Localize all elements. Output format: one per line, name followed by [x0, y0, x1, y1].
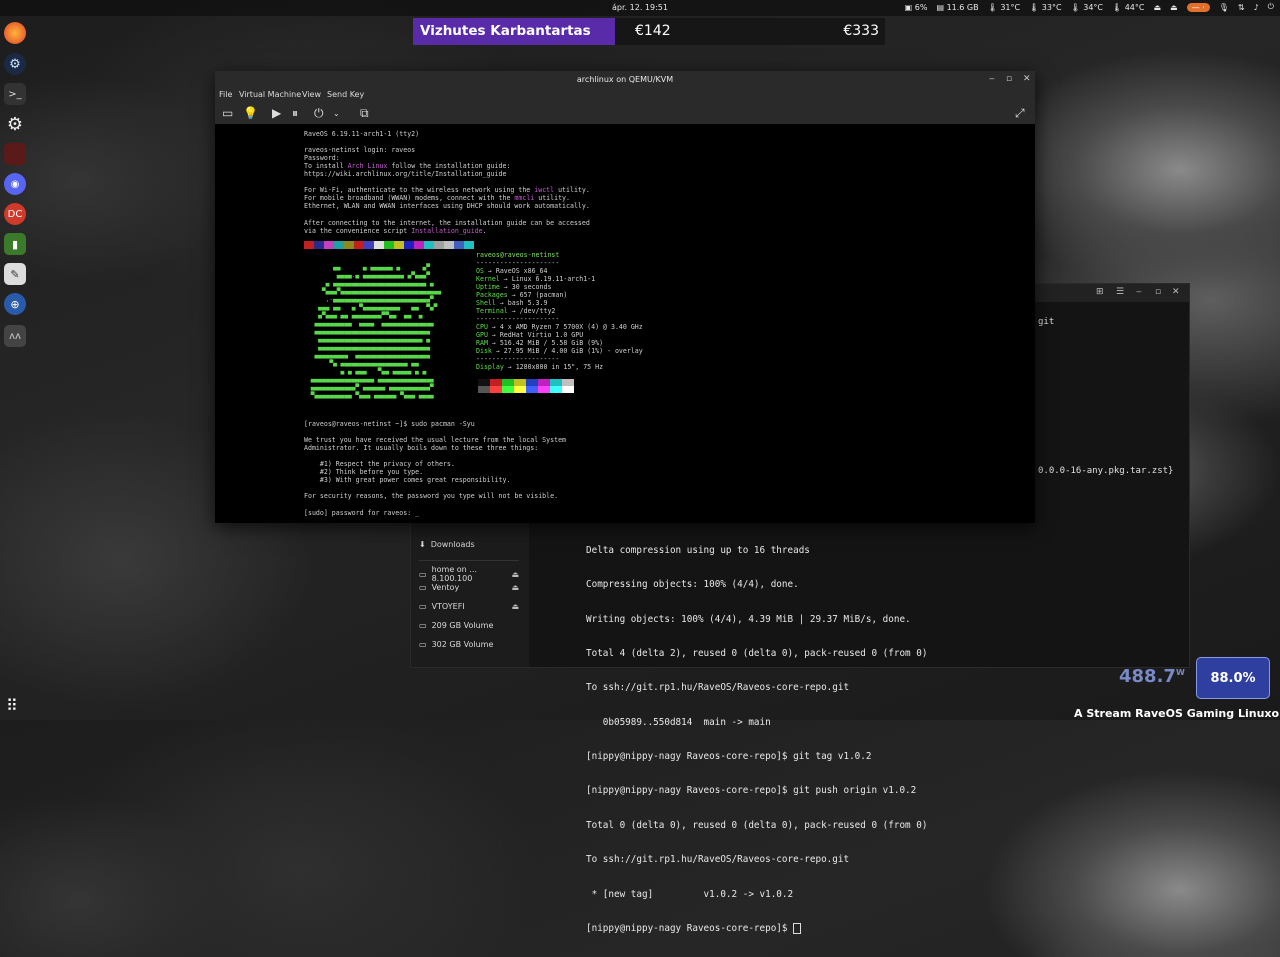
shutdown-button[interactable]: ⏻ — [314, 106, 324, 121]
mic-icon[interactable]: 🎙 — [1219, 3, 1229, 12]
ascii-logo: ▄▄ ▄ ▄▄▄▄▄▄ ▄ ▄▀ ▄▄▄▄.▄ ▄▄▄▄▄▄▄▄▄▄▄ ▄▀▄▄… — [310, 264, 442, 399]
ram-usage[interactable]: ▤ 11.6 GB — [936, 3, 978, 12]
top-bar: ápr. 12. 19:51 ▣ 6% ▤ 11.6 GB 🌡 31°C 🌡 3… — [0, 0, 1280, 16]
lightbulb-icon[interactable]: 💡 — [243, 106, 258, 120]
pause-button[interactable]: ⏸ — [292, 106, 298, 121]
vm-toolbar: ▭ 💡 ▶ ⏸ ⏻ ⌄ ⧉ ⤢ — [215, 102, 1035, 124]
terminal-icon[interactable]: >_ — [4, 83, 26, 105]
file-icon[interactable]: ▮ — [4, 233, 26, 255]
cursor — [793, 922, 802, 934]
shutdown-dropdown-icon[interactable]: ⌄ — [333, 109, 340, 118]
media-price-2: €333 — [843, 23, 879, 39]
drive-icon: ▭ — [419, 621, 427, 630]
maximize-button[interactable]: ▫ — [1006, 74, 1012, 84]
eject-icon[interactable]: ⏏ — [511, 570, 519, 579]
terminal-line: [nippy@nippy-nagy Raveos-core-repo]$ git… — [586, 751, 872, 763]
snapshot-icon[interactable]: ⧉ — [360, 106, 369, 121]
terminal-line: Total 0 (delta 0), reused 0 (delta 0), p… — [586, 819, 928, 831]
sidebar-item-home-network[interactable]: ▭ home on ... 8.100.100 ⏏ — [419, 560, 519, 583]
terminal-line: Compressing objects: 100% (4/4), done. — [586, 579, 799, 591]
vm-menubar: File Virtual Machine View Send Key — [215, 88, 1035, 102]
sidebar-item-vtoyefi[interactable]: ▭ VTOYEFI ⏏ — [419, 602, 519, 611]
vm-title: archlinux on QEMU/KVM — [576, 75, 674, 84]
sidebar-item-ventoy[interactable]: ▭ Ventoy ⏏ — [419, 583, 519, 592]
network-drive-icon: ▭ — [419, 569, 427, 579]
vm-titlebar[interactable]: archlinux on QEMU/KVM ‒ ▫ ✕ — [215, 71, 1035, 88]
download-icon: ⬇ — [419, 540, 426, 549]
media-title: Vizhutes Karbantartas — [420, 23, 591, 39]
menu-view[interactable]: View — [302, 90, 321, 99]
temp-2[interactable]: 🌡 33°C — [1029, 3, 1061, 12]
terminal-fragment-git: git — [1038, 317, 1055, 327]
console-icon[interactable]: ▭ — [222, 106, 233, 120]
terminal-line: Delta compression using up to 16 threads — [586, 544, 810, 556]
console-output: RaveOS 6.19.11-arch1-1 (tty2) raveos-net… — [304, 130, 590, 235]
dc-icon[interactable]: DC — [4, 203, 26, 225]
terminal-line: To ssh://git.rp1.hu/RaveOS/Raveos-core-r… — [586, 682, 850, 694]
temp-3[interactable]: 🌡 34°C — [1071, 3, 1103, 12]
app-icon[interactable] — [4, 143, 26, 165]
menu-virtual-machine[interactable]: Virtual Machine — [239, 90, 301, 99]
usage-percent-badge: 88.0% — [1196, 657, 1270, 699]
terminal-fragment-pkg: 0.0.0-16-any.pkg.tar.zst} — [1038, 466, 1174, 476]
eject-icon-2[interactable]: ⏏ — [1170, 3, 1178, 12]
news-ticker: A Stream RaveOS Gaming Linuxon fut — [1074, 707, 1280, 720]
terminal-line: * [new tag] v1.0.2 -> v1.0.2 — [586, 888, 794, 900]
run-button[interactable]: ▶ — [272, 106, 281, 120]
minimize-button[interactable]: ‒ — [989, 74, 995, 84]
terminal-line: Total 4 (delta 2), reused 0 (delta 0), p… — [586, 647, 928, 659]
temp-4[interactable]: 🌡 44°C — [1112, 3, 1144, 12]
terminal-line: 0b05989..550d814 main -> main — [586, 716, 771, 728]
indicator-pill[interactable]: — · — [1186, 2, 1210, 12]
menu-icon[interactable]: ☰ — [1116, 287, 1124, 297]
maximize-button[interactable]: ▫ — [1155, 287, 1161, 297]
minimize-button[interactable]: ‒ — [1136, 287, 1142, 297]
drive-icon: ▭ — [419, 602, 427, 611]
menu-file[interactable]: File — [219, 90, 232, 99]
firefox-icon[interactable] — [4, 22, 26, 44]
vm-screen[interactable]: RaveOS 6.19.11-arch1-1 (tty2) raveos-net… — [215, 124, 1035, 523]
network-app-icon[interactable]: ⊕ — [4, 293, 26, 315]
fullscreen-icon[interactable]: ⤢ — [1015, 106, 1025, 121]
app-grid-icon[interactable]: ⠿ — [6, 696, 18, 715]
sidebar-item-209gb[interactable]: ▭ 209 GB Volume — [419, 621, 519, 630]
sidebar-item-downloads[interactable]: ⬇ Downloads — [419, 540, 519, 549]
color-test-bar — [304, 241, 474, 249]
system-info: raveos@raveos-netinst -------------------… — [476, 251, 643, 371]
power-readout: 488.7W — [1119, 666, 1185, 687]
cpu-usage[interactable]: ▣ 6% — [905, 3, 928, 12]
drive-icon: ▭ — [419, 583, 427, 592]
add-tab-icon[interactable]: ⊞ — [1096, 287, 1104, 297]
media-widget[interactable]: Vizhutes Karbantartas €142 €333 — [413, 18, 885, 45]
close-button[interactable]: ✕ — [1172, 287, 1180, 297]
temp-1[interactable]: 🌡 31°C — [988, 3, 1020, 12]
vm-window[interactable]: archlinux on QEMU/KVM ‒ ▫ ✕ File Virtual… — [215, 71, 1035, 523]
console-output-lower: [raveos@raveos-netinst ~]$ sudo pacman -… — [304, 420, 567, 517]
settings-icon[interactable]: ⚙ — [4, 113, 26, 135]
terminal-prompt-line: [nippy@nippy-nagy Raveos-core-repo]$ — [586, 922, 927, 934]
network-icon[interactable]: ⇅ — [1238, 3, 1245, 12]
menu-send-key[interactable]: Send Key — [327, 90, 364, 99]
dock: ⚙ >_ ⚙ ◉ DC ▮ ✎ ⊕ ʌʌ — [0, 16, 30, 720]
eject-icon[interactable]: ⏏ — [511, 602, 519, 611]
terminal-line: Writing objects: 100% (4/4), 4.39 MiB | … — [586, 613, 911, 625]
discord-icon[interactable]: ◉ — [4, 173, 26, 195]
power-icon[interactable]: ⏻ — [1268, 2, 1274, 12]
system-tray: ▣ 6% ▤ 11.6 GB 🌡 31°C 🌡 33°C 🌡 34°C 🌡 44… — [905, 2, 1274, 12]
terminal-line: [nippy@nippy-nagy Raveos-core-repo]$ git… — [586, 785, 917, 797]
terminal-output[interactable]: Delta compression using up to 16 threads… — [586, 522, 927, 957]
terminal-line: To ssh://git.rp1.hu/RaveOS/Raveos-core-r… — [586, 854, 850, 866]
drive-icon: ▭ — [419, 640, 427, 649]
raveos-icon[interactable]: ʌʌ — [4, 325, 26, 347]
notes-icon[interactable]: ✎ — [4, 263, 26, 285]
eject-icon[interactable]: ⏏ — [511, 583, 519, 592]
steam-icon[interactable]: ⚙ — [4, 53, 26, 75]
sidebar-item-302gb[interactable]: ▭ 302 GB Volume — [419, 640, 519, 649]
eject-icon[interactable]: ⏏ — [1153, 3, 1161, 12]
volume-icon[interactable]: ♪ — [1254, 3, 1259, 12]
media-price-1: €142 — [635, 23, 671, 39]
close-button[interactable]: ✕ — [1023, 74, 1031, 84]
